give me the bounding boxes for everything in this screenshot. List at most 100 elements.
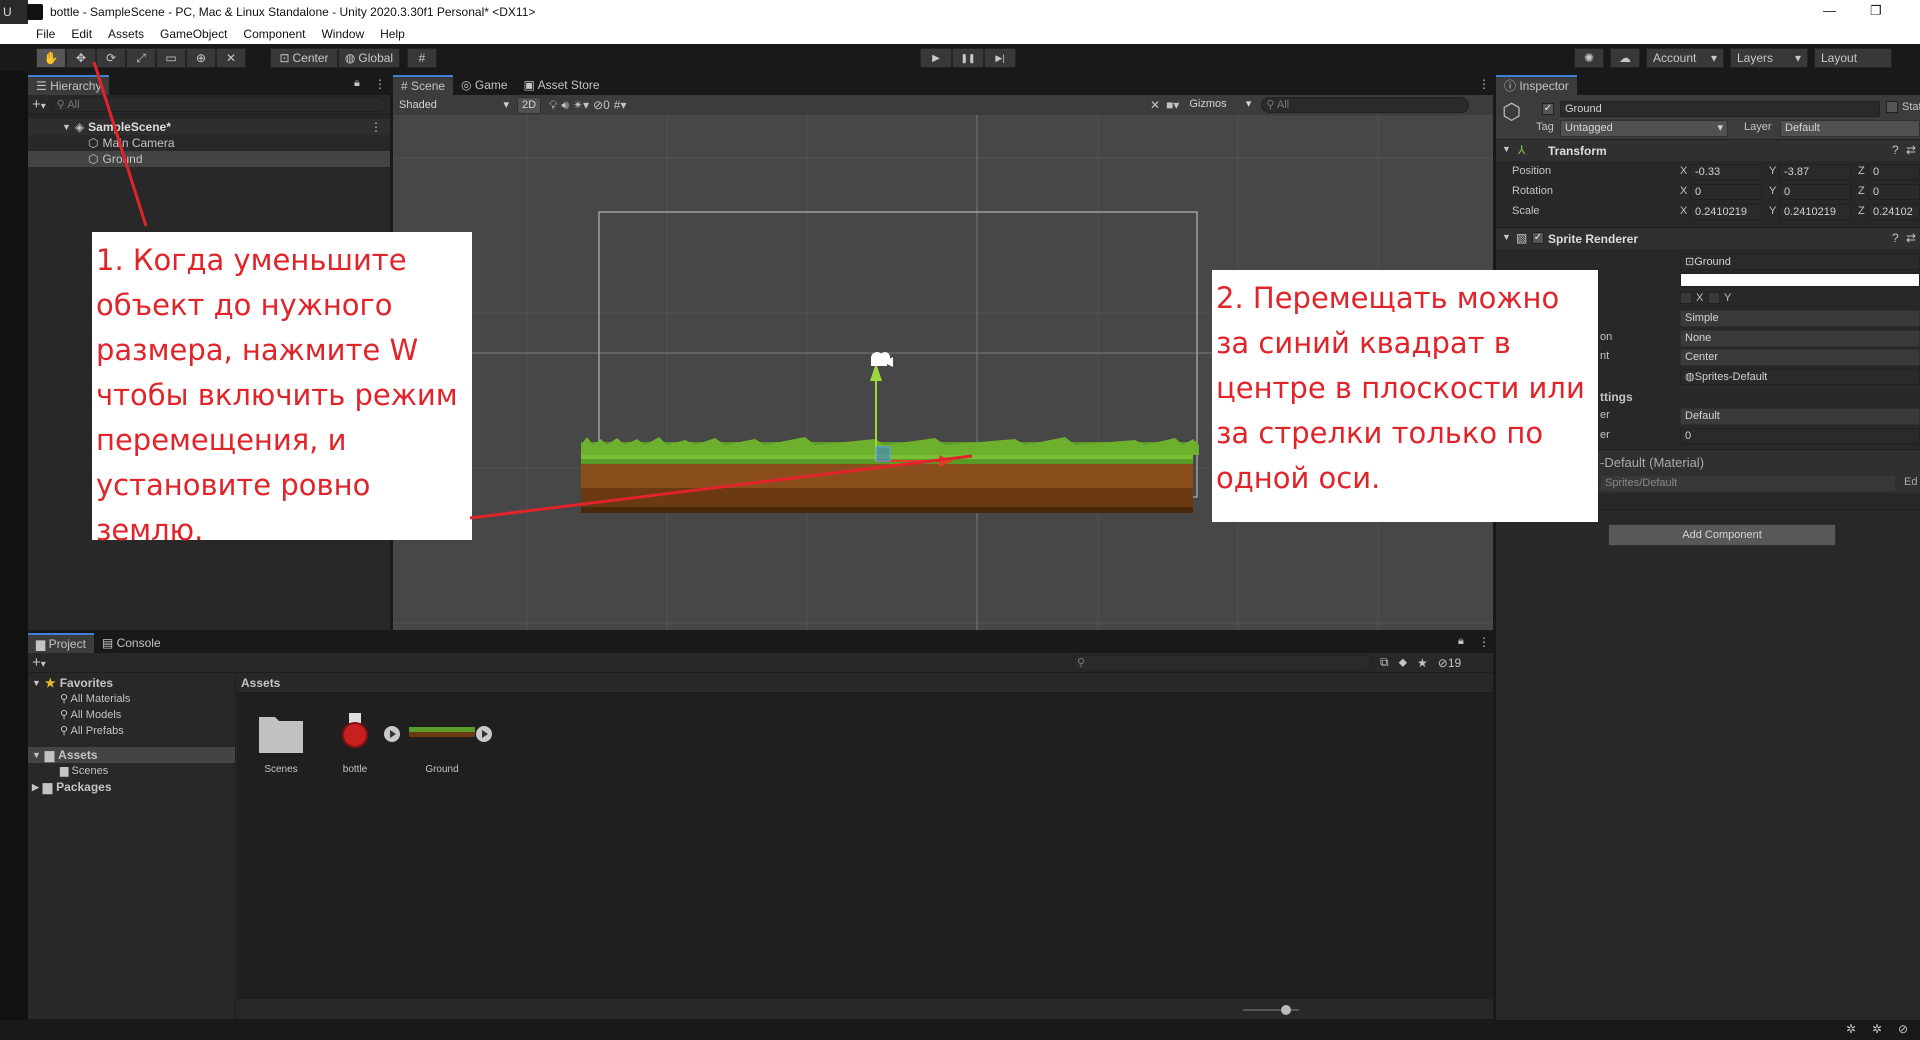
material-field[interactable]: ◍Sprites-Default bbox=[1680, 369, 1920, 385]
scene-root-row[interactable]: ▼ ◈ SampleScene* ⋮ bbox=[28, 119, 390, 135]
create-asset-button[interactable]: +▾ bbox=[32, 654, 46, 671]
tag-dropdown[interactable]: Untagged ▾ bbox=[1560, 120, 1728, 137]
project-search-input[interactable]: ⚲ bbox=[1072, 655, 1372, 671]
scale-tool-button[interactable]: ⤢ bbox=[126, 48, 156, 68]
hierarchy-item-selected[interactable]: ⬡ Ground bbox=[28, 151, 390, 167]
collab-button[interactable]: ✺ bbox=[1574, 48, 1604, 68]
tab-asset-store[interactable]: ▣ Asset Store bbox=[516, 75, 608, 95]
icon-size-slider-handle[interactable] bbox=[1281, 1005, 1291, 1015]
rect-tool-button[interactable]: ▭ bbox=[156, 48, 186, 68]
asset-item[interactable]: Scenes bbox=[251, 709, 311, 775]
color-swatch[interactable] bbox=[1680, 273, 1920, 287]
menu-file[interactable]: File bbox=[28, 24, 63, 44]
debug-icon[interactable]: ✲ bbox=[1846, 1022, 1856, 1036]
menu-component[interactable]: Component bbox=[235, 24, 313, 44]
hand-tool-button[interactable]: ✋ bbox=[36, 48, 66, 68]
transform-tool-button[interactable]: ⊕ bbox=[186, 48, 216, 68]
tools-icon[interactable]: ✕ bbox=[1150, 98, 1160, 112]
filter-type-icon[interactable]: ⧉ bbox=[1380, 655, 1389, 670]
active-checkbox[interactable]: ✓ bbox=[1542, 103, 1554, 115]
add-object-button[interactable]: +▾ bbox=[32, 96, 46, 113]
folder-row[interactable]: ▆ Scenes bbox=[28, 763, 235, 779]
effects-icon[interactable]: ✴▾ bbox=[573, 98, 589, 112]
favorites-row[interactable]: ▼ ★ Favorites bbox=[28, 675, 235, 691]
step-button[interactable]: ▶| bbox=[984, 48, 1016, 68]
minimize-button[interactable]: — bbox=[1823, 3, 1836, 18]
position-y-field[interactable]: -3.87 bbox=[1779, 164, 1851, 180]
move-tool-button[interactable]: ✥ bbox=[66, 48, 96, 68]
grid-snap-button[interactable]: # bbox=[407, 48, 437, 68]
help-icon[interactable]: ? bbox=[1892, 231, 1899, 245]
scale-z-field[interactable]: 0.24102 bbox=[1868, 204, 1920, 220]
kebab-menu-icon[interactable]: ⋮ bbox=[374, 77, 386, 91]
hidden-objects-toggle[interactable]: ⊘0 bbox=[593, 98, 610, 112]
asset-item[interactable]: Ground bbox=[397, 709, 487, 775]
shading-mode-dropdown[interactable]: Shaded ▾ bbox=[395, 96, 513, 114]
component-enabled-checkbox[interactable]: ✓ bbox=[1532, 232, 1544, 244]
tab-scene[interactable]: # Scene bbox=[393, 75, 454, 95]
layer-dropdown[interactable]: Default bbox=[1780, 120, 1920, 137]
sorting-layer-dropdown[interactable]: Default bbox=[1680, 408, 1920, 425]
toggle-2d-button[interactable]: 2D bbox=[517, 96, 541, 114]
settings-icon[interactable]: ⇄ bbox=[1906, 231, 1916, 245]
favorite-item[interactable]: ⚲ All Models bbox=[28, 707, 235, 723]
layout-dropdown[interactable]: Layout bbox=[1814, 48, 1892, 68]
menu-window[interactable]: Window bbox=[313, 24, 372, 44]
draw-mode-dropdown[interactable]: Simple bbox=[1680, 310, 1920, 327]
tab-game[interactable]: ◎ Game bbox=[453, 75, 516, 95]
shader-dropdown[interactable]: Sprites/Default bbox=[1600, 475, 1896, 492]
lighting-icon[interactable]: 💡︎ bbox=[549, 98, 557, 113]
favorite-item[interactable]: ⚲ All Prefabs bbox=[28, 723, 235, 739]
menu-help[interactable]: Help bbox=[372, 24, 413, 44]
tab-inspector[interactable]: ⓘ Inspector bbox=[1496, 75, 1577, 95]
kebab-menu-icon[interactable]: ⋮ bbox=[1478, 77, 1490, 91]
tab-hierarchy[interactable]: ☰ Hierarchy bbox=[28, 75, 110, 95]
camera-icon[interactable]: ■▾ bbox=[1166, 98, 1179, 112]
pivot-toggle[interactable]: ⊡ Center bbox=[270, 48, 338, 68]
mask-interaction-dropdown[interactable]: None bbox=[1680, 330, 1920, 347]
scene-search-input[interactable]: ⚲ All bbox=[1261, 96, 1470, 113]
pause-button[interactable]: ❚❚ bbox=[952, 48, 984, 68]
add-component-button[interactable]: Add Component bbox=[1608, 524, 1836, 546]
sort-point-dropdown[interactable]: Center bbox=[1680, 349, 1920, 366]
progress-icon[interactable]: ✲ bbox=[1872, 1022, 1882, 1036]
filter-label-icon[interactable]: ⬥ bbox=[1399, 655, 1407, 670]
order-in-layer-field[interactable]: 0 bbox=[1680, 428, 1920, 444]
rotation-z-field[interactable]: 0 bbox=[1868, 184, 1920, 200]
hidden-packages-toggle[interactable]: ⊘19 bbox=[1438, 656, 1461, 670]
kebab-menu-icon[interactable]: ⋮ bbox=[370, 119, 382, 135]
cloud-button[interactable]: ☁ bbox=[1610, 48, 1640, 68]
transform-header[interactable]: ▼ ⅄ Transform ? ⇄ bbox=[1496, 139, 1920, 161]
rotation-x-field[interactable]: 0 bbox=[1690, 184, 1762, 200]
space-toggle[interactable]: ◍ Global bbox=[338, 48, 400, 68]
sprite-renderer-header[interactable]: ▼ ▧ ✓ Sprite Renderer ? ⇄ bbox=[1496, 227, 1920, 249]
collab-status-icon[interactable]: ⊘ bbox=[1898, 1022, 1908, 1036]
tab-console[interactable]: ▤ Console bbox=[94, 633, 169, 653]
static-checkbox[interactable] bbox=[1886, 101, 1898, 113]
kebab-menu-icon[interactable]: ⋮ bbox=[1478, 635, 1490, 649]
play-button[interactable]: ▶ bbox=[920, 48, 952, 68]
edit-shader-button[interactable]: Ed bbox=[1904, 476, 1917, 488]
tab-project[interactable]: ▆ Project bbox=[28, 633, 94, 653]
audio-icon[interactable]: 🔊︎ bbox=[561, 98, 569, 113]
flip-x-checkbox[interactable] bbox=[1680, 292, 1692, 304]
expand-sprite-icon[interactable] bbox=[475, 725, 493, 746]
favorite-star-icon[interactable]: ★ bbox=[1417, 656, 1428, 670]
grid-toggle[interactable]: #▾ bbox=[614, 98, 627, 112]
asset-item[interactable]: bottle bbox=[325, 709, 385, 775]
sprite-field[interactable]: ⊡Ground bbox=[1680, 254, 1920, 270]
menu-edit[interactable]: Edit bbox=[63, 24, 100, 44]
position-x-field[interactable]: -0.33 bbox=[1690, 164, 1762, 180]
lock-icon[interactable]: 🔒︎ bbox=[354, 77, 360, 90]
menu-assets[interactable]: Assets bbox=[100, 24, 152, 44]
object-name-input[interactable]: Ground bbox=[1560, 101, 1880, 117]
hierarchy-item[interactable]: ⬡ Main Camera bbox=[28, 135, 390, 151]
custom-tool-button[interactable]: ✕ bbox=[216, 48, 246, 68]
rotation-y-field[interactable]: 0 bbox=[1779, 184, 1851, 200]
position-z-field[interactable]: 0 bbox=[1868, 164, 1920, 180]
assets-folder-row[interactable]: ▼ ▆ Assets bbox=[28, 747, 235, 763]
scale-x-field[interactable]: 0.2410219 bbox=[1690, 204, 1762, 220]
lock-icon[interactable]: 🔒︎ bbox=[1458, 635, 1464, 648]
flip-y-checkbox[interactable] bbox=[1708, 292, 1720, 304]
favorite-item[interactable]: ⚲ All Materials bbox=[28, 691, 235, 707]
